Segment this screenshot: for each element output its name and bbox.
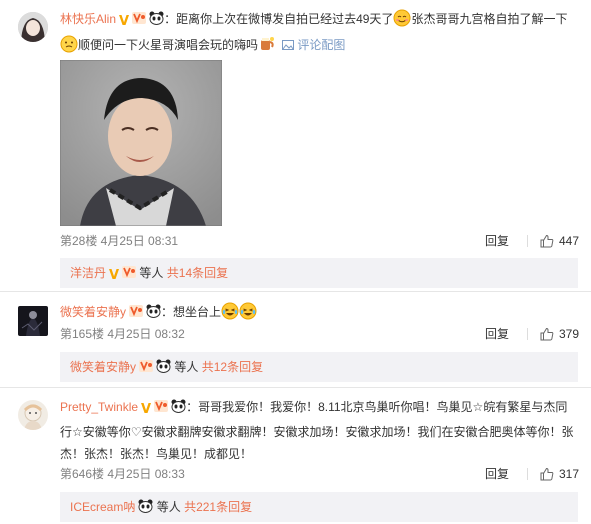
- sub-reply-suffix: 等人: [139, 266, 164, 280]
- sub-replies[interactable]: 微笑着安静y 等人 共12条回复: [60, 352, 578, 382]
- smile-emoji: [393, 9, 411, 34]
- panda-badge: [171, 398, 186, 420]
- username[interactable]: 微笑着安静y: [60, 305, 126, 319]
- sub-reply-count[interactable]: 共221条回复: [184, 500, 252, 514]
- panda-badge: [146, 303, 161, 325]
- thumb-up-icon: [540, 467, 554, 480]
- floor-time: 第28楼 4月25日 08:31: [60, 234, 179, 248]
- laugh-emoji: [221, 302, 239, 327]
- vip-badge: [154, 398, 169, 420]
- comment-item: Pretty_Twinkle V ：哥哥我爱你！我爱你！8.11北京鸟巢听你唱！鸟巢…: [0, 388, 591, 524]
- sub-replies[interactable]: 洋洁丹 V 等人 共14条回复: [60, 258, 578, 288]
- image-icon: [282, 40, 295, 50]
- comment-photo[interactable]: [60, 60, 222, 226]
- like-button[interactable]: 317: [540, 467, 579, 481]
- like-button[interactable]: 447: [540, 234, 579, 248]
- v-badge: V: [141, 402, 152, 417]
- floor-time: 第646楼 4月25日 08:33: [60, 467, 185, 481]
- avatar[interactable]: [18, 306, 48, 336]
- panda-badge: [156, 354, 171, 384]
- vip-badge: [139, 354, 154, 384]
- vip-badge: [132, 10, 147, 32]
- comment-text: ：哥哥我爱你！我爱你！8.11北京鸟巢听你唱！鸟巢见☆皖有繁星与杰同: [186, 400, 568, 414]
- vip-badge: [129, 303, 144, 325]
- laugh-emoji: [239, 302, 257, 327]
- username[interactable]: Pretty_Twinkle: [60, 400, 138, 414]
- sub-reply-suffix: 等人: [174, 360, 199, 374]
- panda-badge: [138, 494, 153, 524]
- comment-text: 顺便问一下火星哥演唱会玩的嗨吗: [78, 38, 259, 52]
- sub-reply-user[interactable]: 洋洁丹: [70, 266, 106, 280]
- floor-time: 第165楼 4月25日 08:32: [60, 327, 185, 341]
- avatar[interactable]: [18, 12, 48, 42]
- sub-reply-user[interactable]: 微笑着安静y: [70, 360, 136, 374]
- thumb-up-icon: [540, 327, 554, 340]
- like-count: 379: [558, 326, 579, 341]
- comment-actions: 回复 379: [485, 325, 579, 342]
- comment-text: 杰！张杰！张杰！鸟巢见！成都见！: [60, 447, 253, 461]
- reply-button[interactable]: 回复: [485, 325, 509, 342]
- reply-button[interactable]: 回复: [485, 232, 509, 249]
- sub-reply-count[interactable]: 共14条回复: [167, 266, 228, 280]
- sub-reply-suffix: 等人: [156, 500, 181, 514]
- like-button[interactable]: 379: [540, 327, 579, 341]
- divider: [526, 234, 528, 247]
- comment-text: 行☆安徽等你♡安徽求翻牌安徽求翻牌！安徽求加场！安徽求加场！我们在安徽合肥奥体等…: [60, 425, 574, 439]
- divider: [526, 327, 528, 340]
- like-count: 447: [558, 233, 579, 248]
- sub-reply-user[interactable]: ICEcream呐: [70, 500, 135, 514]
- v-badge: V: [119, 14, 130, 29]
- comment-text: ：想坐台上: [161, 305, 222, 319]
- sub-reply-count[interactable]: 共12条回复: [202, 360, 263, 374]
- comment-actions: 回复 317: [485, 465, 579, 482]
- divider: [526, 467, 528, 480]
- comment-actions: 回复 447: [485, 232, 579, 249]
- thumb-up-icon: [540, 234, 554, 247]
- username[interactable]: 林快乐Alin: [60, 12, 116, 26]
- comment-item: 微笑着安静y ：想坐台上 第165楼 4月25日 08:32 回复 379 微笑着…: [0, 292, 591, 382]
- vip-badge: [122, 260, 137, 290]
- like-count: 317: [558, 466, 579, 481]
- comment-text: 张杰哥哥九宫格自拍了解一下: [411, 12, 568, 26]
- comment-text: ：距离你上次在微博发自拍已经过去49天了: [164, 12, 394, 26]
- avatar[interactable]: [18, 400, 48, 430]
- comment-item: 林快乐Alin V ：距离你上次在微博发自拍已经过去49天了 张杰哥哥九宫格自拍了解一…: [0, 0, 591, 290]
- smile-emoji: [60, 35, 78, 60]
- reply-button[interactable]: 回复: [485, 465, 509, 482]
- cheer-emoji: [258, 35, 276, 60]
- sub-replies[interactable]: ICEcream呐 等人 共221条回复: [60, 492, 578, 522]
- panda-badge: [149, 10, 164, 32]
- v-badge: V: [109, 268, 120, 283]
- view-image-link[interactable]: 评论配图: [282, 38, 345, 52]
